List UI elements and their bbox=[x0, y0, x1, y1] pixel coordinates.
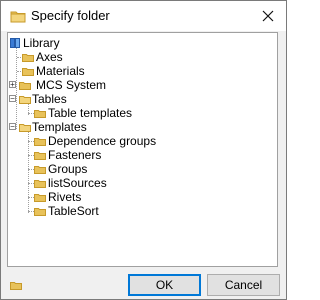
library-icon bbox=[10, 38, 20, 48]
tree-item-label: Table templates bbox=[48, 106, 133, 120]
folder-open-icon bbox=[19, 124, 31, 132]
tree-item-label: TableSort bbox=[48, 204, 99, 218]
title-bar: Specify folder bbox=[1, 1, 286, 31]
tree-item-label: Axes bbox=[36, 50, 63, 64]
folder-icon bbox=[34, 208, 46, 216]
tree-item-label: Dependence groups bbox=[48, 134, 157, 148]
folder-icon bbox=[22, 68, 34, 76]
collapse-icon[interactable]: − bbox=[9, 123, 16, 131]
tree-item-label: Fasteners bbox=[48, 148, 102, 162]
ok-button[interactable]: OK bbox=[128, 274, 201, 296]
tree-item-label: listSources bbox=[48, 176, 107, 190]
folder-icon bbox=[34, 138, 46, 146]
folder-icon bbox=[10, 282, 22, 290]
collapse-icon[interactable]: − bbox=[9, 95, 16, 103]
folder-icon bbox=[34, 152, 46, 160]
folder-icon bbox=[34, 110, 46, 118]
tree-item-label: Library bbox=[23, 36, 60, 50]
expand-icon[interactable]: + bbox=[9, 81, 16, 89]
tree-item-label: Groups bbox=[48, 162, 88, 176]
folder-icon bbox=[34, 180, 46, 188]
folder-icon bbox=[34, 194, 46, 202]
cancel-button[interactable]: Cancel bbox=[207, 274, 280, 296]
tree-item-label: Rivets bbox=[48, 190, 82, 204]
folder-open-icon bbox=[19, 96, 31, 104]
close-icon bbox=[262, 10, 274, 22]
folder-tree[interactable]: Library Axes Materials + MCS System − Ta… bbox=[7, 32, 278, 267]
folder-app-icon bbox=[10, 11, 26, 23]
window-title: Specify folder bbox=[31, 8, 110, 23]
tree-item-label: Materials bbox=[36, 64, 85, 78]
tree-item-label: MCS System bbox=[36, 78, 107, 92]
close-button[interactable] bbox=[254, 3, 282, 29]
folder-icon bbox=[19, 82, 31, 90]
tree-item-label: Templates bbox=[32, 120, 87, 134]
tree-item-label: Tables bbox=[32, 92, 67, 106]
specify-folder-dialog: Specify folder Library Axes Materials + … bbox=[0, 0, 287, 300]
folder-icon bbox=[34, 166, 46, 174]
folder-icon bbox=[22, 54, 34, 62]
